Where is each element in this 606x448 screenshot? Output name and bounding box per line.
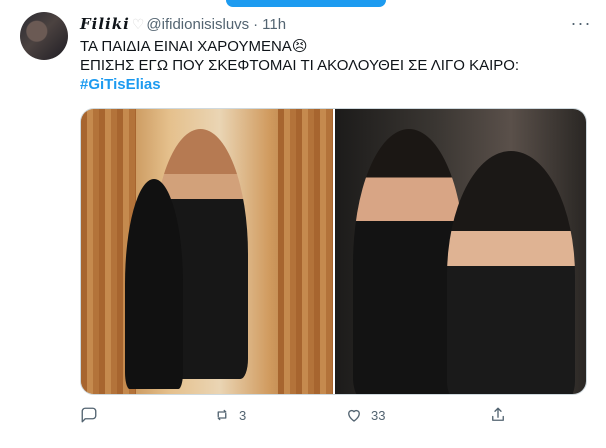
- avatar[interactable]: [20, 12, 68, 60]
- tweet-actions: 3 33: [80, 400, 586, 430]
- share-action[interactable]: [489, 406, 507, 424]
- photo-left[interactable]: [81, 109, 333, 394]
- hashtag-link[interactable]: #GiTisElias: [80, 76, 161, 93]
- retweet-count: 3: [239, 407, 247, 423]
- emoji: 😣: [291, 38, 308, 55]
- tweet-text: ΤΑ ΠΑΙΔΙΑ ΕΙΝΑΙ ΧΑΡΟΥΜΕΝΑ😣 ΕΠΙΣΗΣ ΕΓΩ ΠΟ…: [80, 37, 586, 94]
- tweet-time[interactable]: 11h: [262, 16, 286, 33]
- reply-icon: [81, 407, 97, 423]
- tweet-line-1: ΤΑ ΠΑΙΔΙΑ ΕΙΝΑΙ ΧΑΡΟΥΜΕΝΑ😣: [80, 37, 586, 56]
- like-icon: [348, 409, 360, 422]
- like-action[interactable]: 33: [345, 406, 385, 424]
- top-accent-bar: [226, 0, 386, 7]
- tweet-text-line-1: ΤΑ ΠΑΙΔΙΑ ΕΙΝΑΙ ΧΑΡΟΥΜΕΝΑ: [80, 38, 292, 55]
- author-handle[interactable]: @ifidionisisluvs: [146, 16, 249, 33]
- white-heart-icon: ♡: [131, 15, 145, 32]
- tweet-text-line-2: ΕΠΙΣΗΣ ΕΓΩ ΠΟΥ ΣΚΕΦΤΟΜΑΙ ΤΙ ΑΚΟΛΟΥΘΕΙ ΣΕ…: [80, 57, 520, 74]
- like-count: 33: [371, 407, 386, 423]
- retweet-action[interactable]: 3: [213, 406, 246, 424]
- reply-action[interactable]: [80, 406, 106, 424]
- separator-dot: ·: [253, 15, 259, 33]
- retweet-icon: [217, 409, 227, 421]
- photo-right[interactable]: [334, 109, 586, 394]
- share-icon: [492, 407, 504, 421]
- media-grid[interactable]: [80, 108, 587, 395]
- hashtag-line: #GiTisElias: [80, 75, 586, 94]
- more-dots-icon[interactable]: ···: [570, 12, 592, 34]
- tweet-header: Filiki ♡ @ifidionisisluvs · 11h: [80, 14, 566, 34]
- author-name[interactable]: Filiki: [80, 15, 130, 33]
